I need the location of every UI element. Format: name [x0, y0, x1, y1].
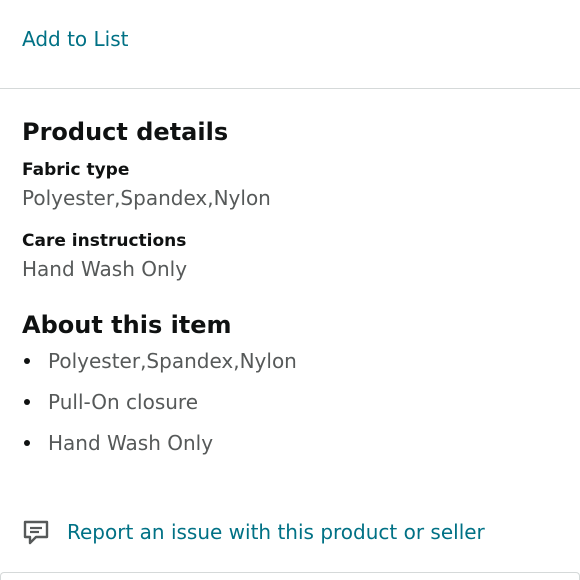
fabric-type-label: Fabric type — [22, 160, 130, 180]
section-divider — [0, 88, 580, 89]
care-instructions-value: Hand Wash Only — [22, 257, 188, 281]
bullet-icon — [24, 358, 30, 364]
bullet-icon — [24, 399, 30, 405]
product-page: Add to List Product details Fabric type … — [0, 0, 580, 580]
bullet-text: Hand Wash Only — [48, 431, 214, 455]
bullet-text: Polyester,Spandex,Nylon — [48, 349, 297, 373]
fabric-type-value: Polyester,Spandex,Nylon — [22, 186, 271, 210]
care-instructions-label: Care instructions — [22, 231, 187, 251]
report-icon — [22, 518, 50, 546]
bullet-icon — [24, 440, 30, 446]
add-to-list-link[interactable]: Add to List — [22, 26, 128, 52]
report-issue-link[interactable]: Report an issue with this product or sel… — [22, 516, 485, 548]
about-this-item-title: About this item — [22, 311, 232, 339]
report-issue-label: Report an issue with this product or sel… — [67, 520, 485, 544]
next-section-container — [0, 572, 580, 580]
product-details-title: Product details — [22, 118, 229, 146]
bullet-text: Pull-On closure — [48, 390, 199, 414]
